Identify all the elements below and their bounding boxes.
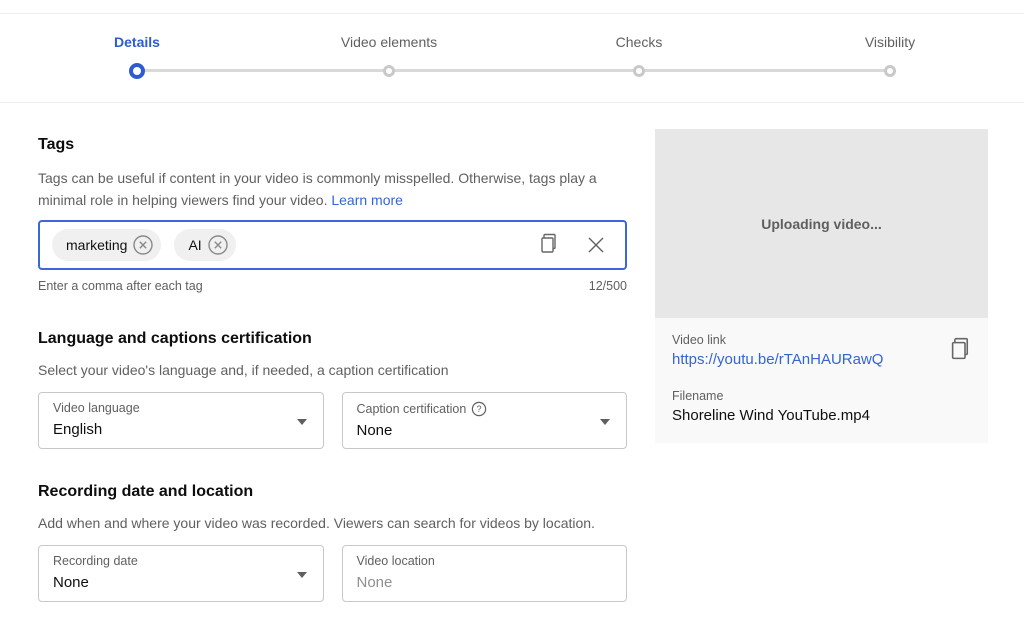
tags-heading: Tags [38, 136, 627, 154]
stepper-connector-line [137, 69, 890, 72]
step-visibility[interactable]: Visibility [780, 14, 1000, 51]
dropdown-caret-icon [297, 572, 307, 578]
step-details-label: Details [27, 34, 247, 51]
remove-tag-icon[interactable] [207, 234, 229, 256]
recording-date-dropdown[interactable]: Recording date None [38, 545, 324, 602]
filename-value: Shoreline Wind YouTube.mp4 [672, 407, 972, 424]
video-language-label: Video language [53, 401, 140, 416]
tag-chip: marketing [52, 229, 161, 261]
upload-dialog: Details Video elements Checks Visibility… [0, 0, 1024, 639]
details-form: Tags Tags can be useful if content in yo… [38, 103, 627, 602]
recording-date-label: Recording date [53, 554, 138, 569]
tag-chip: AI [174, 229, 235, 261]
recording-date-value: None [53, 573, 309, 592]
video-location-label: Video location [357, 554, 435, 569]
tag-chip-label: marketing [66, 237, 127, 253]
dropdown-caret-icon [600, 419, 610, 425]
step-video-elements[interactable]: Video elements [279, 14, 499, 51]
language-description: Select your video's language and, if nee… [38, 362, 627, 379]
step-details[interactable]: Details [27, 14, 247, 51]
step-video-elements-dot-icon [383, 65, 395, 77]
remove-tag-icon[interactable] [132, 234, 154, 256]
caption-certification-label: Caption certification [357, 402, 467, 417]
tags-char-counter: 12/500 [589, 279, 627, 293]
recording-heading: Recording date and location [38, 483, 627, 501]
video-location-field[interactable]: Video location None [342, 545, 628, 602]
copy-video-link-icon[interactable] [949, 337, 972, 364]
tags-description: Tags can be useful if content in your vi… [38, 167, 627, 211]
video-location-value: None [357, 573, 613, 592]
tags-hint: Enter a comma after each tag [38, 279, 203, 293]
tags-text-input[interactable] [249, 222, 539, 268]
svg-text:?: ? [477, 404, 482, 414]
step-checks-label: Checks [529, 34, 749, 51]
video-language-dropdown[interactable]: Video language English [38, 392, 324, 449]
clear-tags-icon[interactable] [585, 234, 607, 256]
tags-hint-row: Enter a comma after each tag 12/500 [38, 279, 627, 293]
help-icon[interactable]: ? [471, 401, 487, 417]
video-link[interactable]: https://youtu.be/rTAnHAURawQ [672, 351, 972, 368]
filename-label: Filename [672, 389, 972, 403]
step-checks[interactable]: Checks [529, 14, 749, 51]
step-details-dot-icon [129, 63, 145, 79]
upload-status-text: Uploading video... [761, 216, 882, 232]
tags-input-box[interactable]: marketing AI [38, 220, 627, 270]
caption-certification-value: None [357, 421, 613, 440]
video-info-panel: Video link https://youtu.be/rTAnHAURawQ … [655, 318, 988, 443]
copy-tags-icon[interactable] [539, 233, 559, 257]
video-link-label: Video link [672, 333, 972, 347]
learn-more-link[interactable]: Learn more [331, 192, 403, 208]
video-preview-panel: Uploading video... Video link https://yo… [655, 129, 988, 443]
step-checks-dot-icon [633, 65, 645, 77]
dropdown-caret-icon [297, 419, 307, 425]
step-visibility-label: Visibility [780, 34, 1000, 51]
tag-chip-label: AI [188, 237, 201, 253]
step-visibility-dot-icon [884, 65, 896, 77]
step-video-elements-label: Video elements [279, 34, 499, 51]
caption-certification-dropdown[interactable]: Caption certification ? None [342, 392, 628, 449]
video-preview-area: Uploading video... [655, 129, 988, 318]
recording-description: Add when and where your video was record… [38, 515, 627, 532]
video-language-value: English [53, 420, 309, 439]
upload-stepper: Details Video elements Checks Visibility [0, 13, 1024, 103]
language-heading: Language and captions certification [38, 330, 627, 348]
